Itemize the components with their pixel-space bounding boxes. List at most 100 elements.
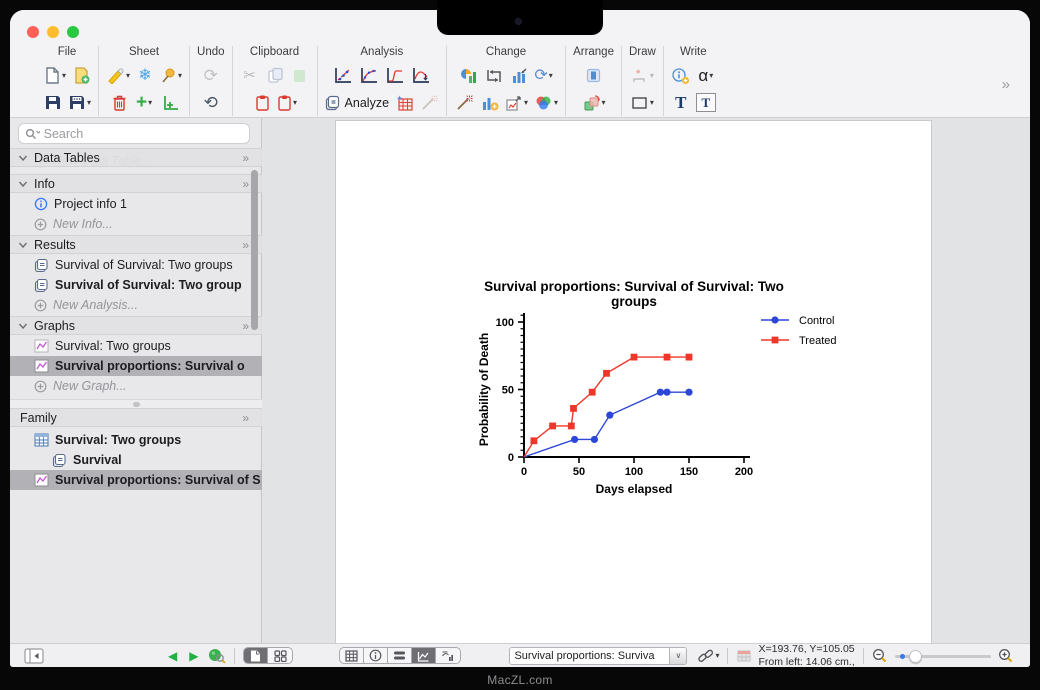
rotate-flip-button[interactable]: ▾ [582, 92, 606, 114]
change-data-button[interactable] [509, 65, 529, 87]
laptop-screen: File ▾ ▾ [10, 10, 1030, 667]
sheet-selector-dropdown[interactable]: Survival proportions: Surviva ∨ [509, 647, 687, 665]
back-button[interactable]: ◀ [168, 649, 177, 663]
search-sheets-button[interactable] [208, 648, 226, 664]
bring-to-front-button[interactable] [584, 65, 604, 87]
svg-text:Control: Control [799, 315, 834, 327]
zoom-out-button[interactable] [872, 648, 888, 663]
toolbar-group-analysis: Analysis [318, 46, 447, 116]
undo-button[interactable]: ⟲ [201, 92, 221, 114]
plus-circle-icon [34, 299, 47, 312]
sigmoidal-fit-button[interactable] [384, 65, 405, 87]
section-expand-icon[interactable]: » [242, 319, 248, 333]
analysis-wizard-button [419, 92, 439, 114]
magic-button[interactable] [454, 92, 474, 114]
section-header-info[interactable]: Info » [10, 174, 262, 193]
chevron-down-icon: ▾ [87, 98, 91, 107]
section-expand-icon[interactable]: » [242, 151, 248, 165]
open-file-button[interactable] [71, 65, 91, 87]
gallery-view-button[interactable] [268, 648, 292, 663]
paste-button[interactable] [252, 92, 272, 114]
sidebar-splitter[interactable] [10, 399, 262, 408]
analysis-table-button[interactable] [394, 92, 414, 114]
change-graph-type-button[interactable] [459, 65, 479, 87]
section-expand-icon[interactable]: » [242, 411, 248, 425]
family-item-results[interactable]: Survival [10, 450, 262, 470]
section-header-data-tables[interactable]: Data Tables » [10, 148, 262, 167]
add-sheet-button[interactable]: + ▾ [134, 92, 154, 114]
new-sheet-button[interactable]: ▾ [43, 65, 66, 87]
color-scheme-button[interactable]: ▾ [533, 92, 558, 114]
linear-regression-button[interactable] [332, 65, 353, 87]
zoom-slider-knob[interactable] [909, 650, 922, 663]
results-view-button[interactable] [388, 648, 412, 663]
svg-text:50: 50 [502, 385, 514, 397]
list-item-project-info[interactable]: Project info 1 [10, 194, 262, 214]
forward-button[interactable]: ▶ [189, 649, 198, 663]
chevron-down-icon [18, 241, 28, 249]
add-data-to-graph-button[interactable] [479, 92, 499, 114]
survival-chart-object[interactable]: Survival proportions: Survival of Surviv… [464, 279, 944, 512]
zoom-window-button[interactable] [67, 26, 79, 38]
data-table-view-button[interactable] [340, 648, 364, 663]
section-header-family[interactable]: Family » [10, 408, 262, 427]
line-chart-icon [417, 650, 430, 662]
group-label-analysis: Analysis [360, 46, 403, 62]
link-button[interactable]: ▾ [697, 648, 719, 664]
alpha-icon: α [698, 67, 708, 84]
close-window-button[interactable] [27, 26, 39, 38]
text-box-button[interactable]: T [696, 93, 716, 112]
layout-view-button[interactable] [436, 648, 460, 663]
new-graph-sheet-button[interactable] [159, 92, 179, 114]
paste-options-button[interactable]: ▾ [277, 92, 297, 114]
freeze-sheet-button[interactable]: ❄ [135, 65, 155, 87]
text-box-icon: T [701, 95, 710, 111]
list-item-result-2[interactable]: Survival of Survival: Two group [10, 275, 262, 295]
toggle-sidebar-button[interactable] [24, 648, 44, 664]
highlight-sheet-button[interactable]: ▾ [106, 65, 130, 87]
list-item-new-info[interactable]: New Info... [10, 214, 262, 234]
sidebar-search[interactable] [18, 123, 250, 144]
search-input[interactable] [44, 127, 243, 141]
save-special-button[interactable]: ▾ [68, 92, 91, 114]
results-table-icon [395, 94, 414, 112]
new-info-note-button[interactable] [671, 65, 691, 87]
greek-symbol-button[interactable]: α ▾ [696, 65, 716, 87]
draw-rectangle-button[interactable]: ▾ [631, 92, 654, 114]
resize-graph-button[interactable]: ▾ [504, 92, 528, 114]
zoom-in-button[interactable] [998, 648, 1014, 663]
interchange-xy-button[interactable] [484, 65, 504, 87]
family-item-data-table[interactable]: Survival: Two groups [10, 430, 262, 450]
graph-view-button[interactable] [412, 648, 436, 663]
pushpin-icon [160, 67, 177, 84]
recalculate-button[interactable]: ⟳ ▾ [534, 65, 554, 87]
toolbar-group-change: Change ⟳ ▾ [447, 46, 566, 116]
list-item-graph-2-selected[interactable]: Survival proportions: Survival o [10, 356, 262, 376]
pin-sheet-button[interactable]: ▾ [160, 65, 182, 87]
list-item-new-graph[interactable]: New Graph... [10, 376, 262, 396]
zoom-in-icon [998, 648, 1014, 663]
save-button[interactable] [43, 92, 63, 114]
list-item-graph-1[interactable]: Survival: Two groups [10, 336, 262, 356]
sidebar-scrollbar[interactable] [251, 170, 258, 330]
data-table-icon [34, 433, 49, 447]
toolbar-overflow-button[interactable]: » [1002, 76, 1008, 93]
list-item-result-1[interactable]: Survival of Survival: Two groups [10, 255, 262, 275]
single-page-view-button[interactable] [244, 648, 268, 663]
info-plus-icon [671, 67, 690, 85]
text-tool-button[interactable]: T [671, 92, 691, 114]
info-view-button[interactable] [364, 648, 388, 663]
section-header-graphs[interactable]: Graphs » [10, 316, 262, 335]
minimize-window-button[interactable] [47, 26, 59, 38]
delete-sheet-button[interactable] [109, 92, 129, 114]
area-under-curve-button[interactable] [410, 65, 431, 87]
analyze-button[interactable]: Analyze [325, 92, 389, 114]
list-item-new-analysis[interactable]: New Analysis... [10, 295, 262, 315]
undo-icon: ⟲ [204, 94, 218, 111]
family-item-graph-selected[interactable]: Survival proportions: Survival of S [10, 470, 262, 490]
section-expand-icon[interactable]: » [242, 238, 248, 252]
section-expand-icon[interactable]: » [242, 177, 248, 191]
section-header-results[interactable]: Results » [10, 235, 262, 254]
nonlinear-fit-button[interactable] [358, 65, 379, 87]
zoom-slider[interactable] [895, 649, 991, 663]
